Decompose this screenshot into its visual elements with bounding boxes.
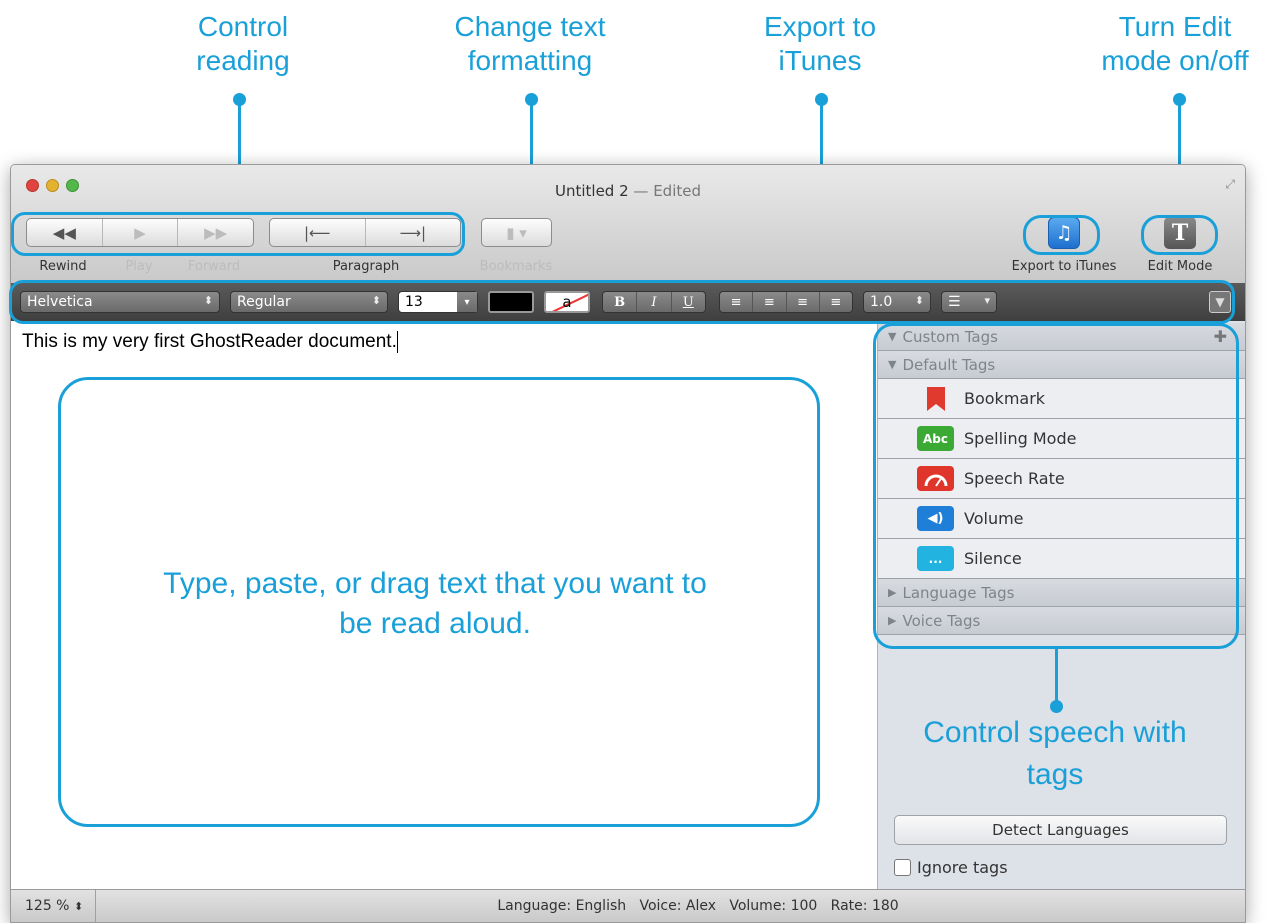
ignore-tags-checkbox[interactable] (894, 859, 911, 876)
window-title: Untitled 2 — Edited (11, 182, 1245, 200)
status-bar: 125 % ⬍ Language: English Voice: Alex Vo… (11, 889, 1245, 922)
bookmark-icon: ▮ ▾ (506, 223, 527, 242)
highlight-format-bar (9, 280, 1235, 324)
document-content: This is my very first GhostReader docume… (22, 331, 397, 353)
bookmarks-label: Bookmarks (479, 259, 553, 274)
callout-edit-mode: Turn Edit mode on/off (1101, 11, 1249, 76)
bookmarks-button[interactable]: ▮ ▾ (481, 218, 552, 247)
callout-export-itunes: Export to iTunes (763, 11, 877, 76)
text-cursor (396, 331, 398, 353)
edit-mode-label: Edit Mode (1147, 259, 1213, 274)
export-itunes-label: Export to iTunes (1011, 259, 1117, 274)
highlight-edit-mode (1141, 215, 1218, 255)
fullscreen-icon[interactable]: ⤢ (1225, 177, 1235, 192)
highlight-reading-controls (11, 212, 465, 256)
paragraph-label: Paragraph (332, 259, 400, 274)
voice-status: Language: English Voice: Alex Volume: 10… (497, 898, 899, 914)
highlight-export-itunes (1023, 215, 1100, 255)
play-label: Play (125, 259, 153, 274)
callout-line (1055, 649, 1058, 705)
ignore-tags-option[interactable]: Ignore tags (894, 858, 1008, 877)
callout-control-speech: Control speech with tags (923, 716, 1187, 791)
detect-languages-button[interactable]: Detect Languages (894, 815, 1227, 845)
highlight-sidebar-tags (873, 323, 1239, 649)
placeholder-text: Type, paste, or drag text that you want … (163, 567, 707, 640)
rewind-label: Rewind (39, 259, 87, 274)
edited-status: — Edited (633, 182, 701, 200)
document-name: Untitled 2 (554, 182, 629, 200)
callout-control-reading: Control reading (196, 11, 290, 76)
document-text[interactable]: This is my very first GhostReader docume… (22, 331, 398, 353)
forward-label: Forward (187, 259, 241, 274)
ignore-tags-label: Ignore tags (917, 858, 1008, 877)
callout-change-formatting: Change text formatting (454, 11, 606, 76)
